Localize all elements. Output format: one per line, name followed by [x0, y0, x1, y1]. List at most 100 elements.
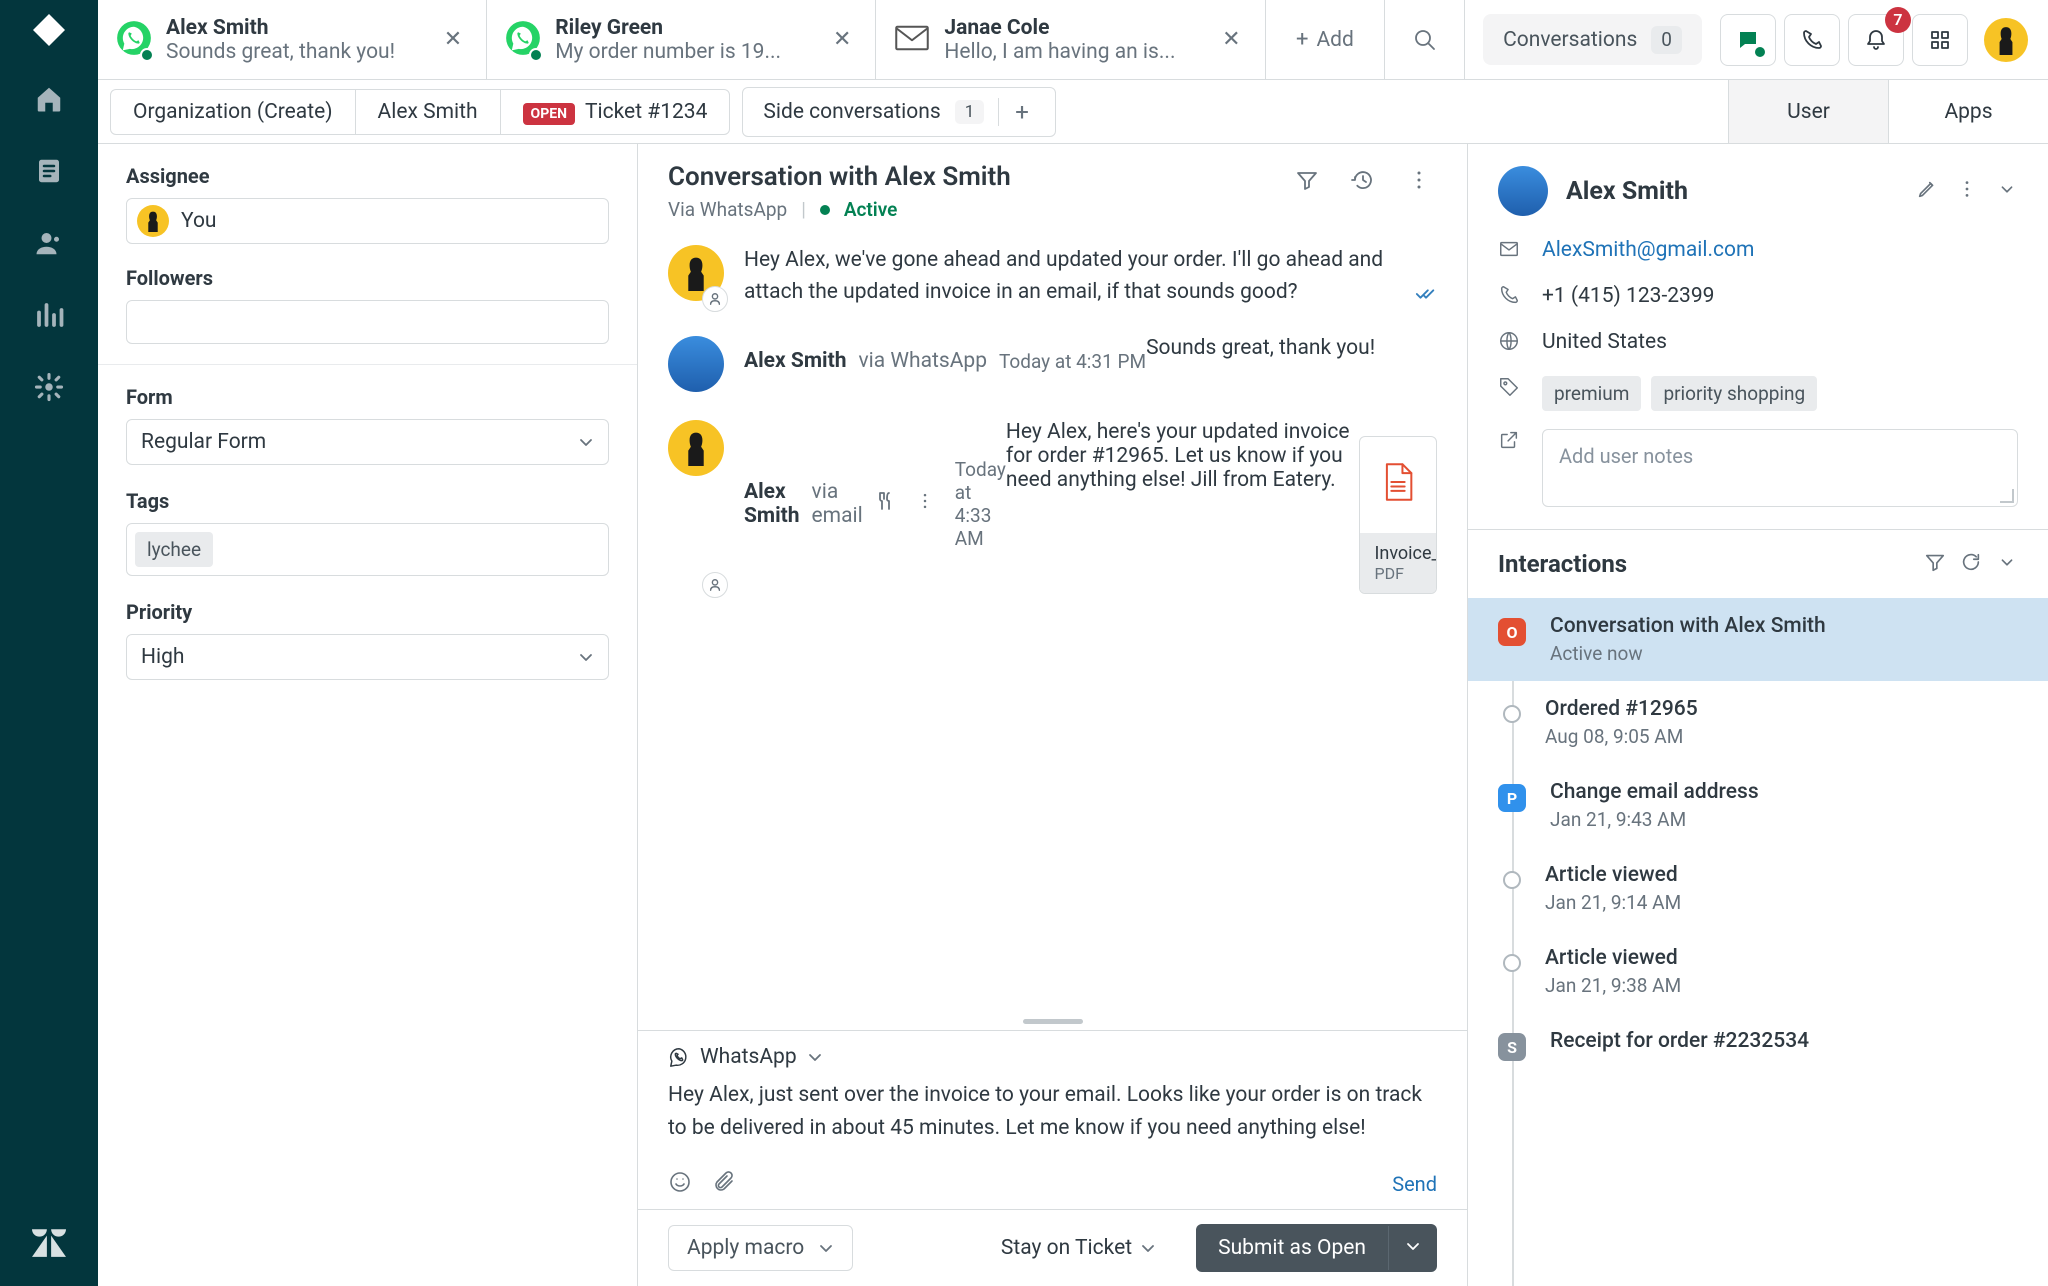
- conversation-tab[interactable]: Riley GreenMy order number is 19... ✕: [487, 0, 876, 79]
- user-avatar[interactable]: [1984, 18, 2028, 62]
- timeline-item[interactable]: S Receipt for order #2232534: [1468, 1013, 2048, 1077]
- timeline-item[interactable]: Article viewedJan 21, 9:14 AM: [1468, 847, 2048, 930]
- timeline-title: Change email address: [1550, 780, 1759, 804]
- admin-icon[interactable]: [34, 372, 64, 406]
- edit-icon[interactable]: [1916, 178, 1938, 204]
- followers-field[interactable]: [126, 300, 609, 344]
- open-external-icon: [1498, 429, 1520, 457]
- close-icon[interactable]: ✕: [1216, 23, 1246, 56]
- collapse-icon[interactable]: [1996, 178, 2018, 204]
- search-button[interactable]: [1385, 0, 1465, 79]
- timeline-item[interactable]: O Conversation with Alex Smith Active now: [1468, 598, 2048, 681]
- tab-apps[interactable]: Apps: [1888, 80, 2048, 143]
- open-marker-icon: O: [1498, 618, 1526, 646]
- priority-select[interactable]: High: [126, 634, 609, 680]
- stay-on-ticket-select[interactable]: Stay on Ticket: [1001, 1236, 1156, 1260]
- user-notes[interactable]: Add user notes: [1542, 429, 2018, 507]
- tags-field[interactable]: lychee: [126, 523, 609, 576]
- avatar: [668, 420, 724, 476]
- side-conversations[interactable]: Side conversations 1 +: [742, 87, 1055, 137]
- timeline-title: Article viewed: [1545, 863, 1681, 887]
- timeline-title: Conversation with Alex Smith: [1550, 614, 1826, 638]
- submit-button[interactable]: Submit as Open: [1196, 1224, 1437, 1272]
- timeline-item[interactable]: P Change email addressJan 21, 9:43 AM: [1468, 764, 2048, 847]
- chevron-down-icon: [818, 1240, 834, 1256]
- restaurant-icon: [875, 491, 895, 517]
- tab-subtitle: Hello, I am having an is...: [944, 40, 1202, 64]
- status-dot: [140, 48, 154, 62]
- add-tab-button[interactable]: +Add: [1266, 0, 1386, 79]
- customers-icon[interactable]: [34, 228, 64, 262]
- call-icon[interactable]: [1784, 14, 1840, 66]
- add-side-conv-icon[interactable]: +: [998, 98, 1045, 126]
- user-email[interactable]: AlexSmith@gmail.com: [1542, 238, 1754, 262]
- tag-chip: lychee: [135, 532, 213, 567]
- globe-icon: [1498, 330, 1520, 358]
- message-time: Today at 4:31 PM: [999, 350, 1146, 373]
- message-via: via WhatsApp: [858, 349, 987, 373]
- tab-subtitle: My order number is 19...: [555, 40, 813, 64]
- history-icon[interactable]: [1345, 162, 1381, 202]
- chevron-down-icon: [807, 1049, 823, 1065]
- more-icon[interactable]: [1401, 162, 1437, 202]
- avatar: [668, 336, 724, 392]
- message-via: via email: [812, 480, 863, 528]
- zendesk-icon[interactable]: [32, 1228, 66, 1262]
- send-button[interactable]: Send: [1392, 1172, 1437, 1196]
- conversations-button[interactable]: Conversations0: [1483, 14, 1702, 65]
- submit-dropdown[interactable]: [1388, 1226, 1437, 1270]
- attach-icon[interactable]: [712, 1169, 736, 1199]
- timeline-item[interactable]: Ordered #12965Aug 08, 9:05 AM: [1468, 681, 2048, 764]
- resize-handle[interactable]: [638, 1012, 1467, 1030]
- collapse-icon[interactable]: [1996, 551, 2018, 577]
- emoji-icon[interactable]: [668, 1169, 692, 1199]
- breadcrumb-ticket[interactable]: OPENTicket #1234: [501, 90, 730, 134]
- conversation-title: Conversation with Alex Smith: [668, 162, 1011, 192]
- composer-text[interactable]: Hey Alex, just sent over the invoice to …: [668, 1079, 1437, 1159]
- context-tabs: User Apps: [1728, 80, 2048, 143]
- tab-user[interactable]: User: [1728, 80, 1888, 143]
- apps-icon[interactable]: [1912, 14, 1968, 66]
- filter-icon[interactable]: [1924, 551, 1946, 577]
- filter-icon[interactable]: [1289, 162, 1325, 202]
- more-icon[interactable]: [915, 491, 935, 517]
- message-time: Today at 4:33 AM: [955, 458, 1006, 550]
- conversation-tab[interactable]: Alex SmithSounds great, thank you! ✕: [98, 0, 487, 79]
- message-author: Alex Smith: [744, 480, 800, 528]
- user-location: United States: [1542, 330, 1667, 354]
- apply-macro-select[interactable]: Apply macro: [668, 1225, 853, 1271]
- timeline-sub: Jan 21, 9:43 AM: [1550, 808, 1759, 831]
- close-icon[interactable]: ✕: [438, 23, 468, 56]
- notifications-icon[interactable]: 7: [1848, 14, 1904, 66]
- views-icon[interactable]: [34, 156, 64, 190]
- event-marker-icon: [1503, 705, 1521, 723]
- avatar: [137, 205, 169, 237]
- user-tag: priority shopping: [1651, 376, 1817, 411]
- agent-badge-icon: [702, 572, 728, 598]
- timeline-sub: Aug 08, 9:05 AM: [1545, 725, 1698, 748]
- refresh-icon[interactable]: [1960, 551, 1982, 577]
- conversation-tab[interactable]: Janae ColeHello, I am having an is... ✕: [876, 0, 1265, 79]
- channel-select[interactable]: WhatsApp: [668, 1045, 1437, 1069]
- attachment[interactable]: Invoice_12965PDF: [1359, 436, 1437, 594]
- tab-title: Alex Smith: [166, 16, 424, 40]
- timeline-item[interactable]: Article viewedJan 21, 9:38 AM: [1468, 930, 2048, 1013]
- form-label: Form: [126, 385, 609, 409]
- chevron-down-icon: [578, 649, 594, 665]
- assignee-field[interactable]: You: [126, 198, 609, 244]
- more-icon[interactable]: [1956, 178, 1978, 204]
- breadcrumb-requester[interactable]: Alex Smith: [356, 90, 501, 134]
- breadcrumb-org[interactable]: Organization (Create): [111, 90, 356, 134]
- status-dot: [820, 205, 830, 215]
- reporting-icon[interactable]: [34, 300, 64, 334]
- chevron-down-icon: [578, 434, 594, 450]
- timeline-sub: Active now: [1550, 642, 1826, 665]
- message-list[interactable]: Hey Alex, we've gone ahead and updated y…: [638, 231, 1467, 1012]
- breadcrumb-bar: Organization (Create) Alex Smith OPENTic…: [98, 80, 2048, 144]
- chat-icon[interactable]: [1720, 14, 1776, 66]
- interactions-timeline: O Conversation with Alex Smith Active now…: [1468, 598, 2048, 1286]
- close-icon[interactable]: ✕: [827, 23, 857, 56]
- form-select[interactable]: Regular Form: [126, 419, 609, 465]
- timeline-sub: Jan 21, 9:38 AM: [1545, 974, 1681, 997]
- home-icon[interactable]: [34, 84, 64, 118]
